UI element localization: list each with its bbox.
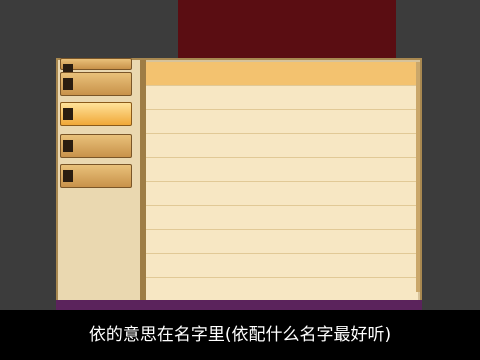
game-menu-panel (56, 58, 422, 310)
tab-tag (63, 78, 73, 90)
sidebar-tab-0[interactable] (60, 58, 132, 76)
list-row[interactable] (146, 206, 418, 230)
bottom-bar (56, 300, 422, 310)
list-row[interactable] (146, 86, 418, 110)
list-row[interactable] (146, 182, 418, 206)
list-row[interactable] (146, 158, 418, 182)
category-sidebar (58, 58, 146, 308)
subtitle-caption: 依的意思在名字里(依配什么名字最好听) (0, 310, 480, 360)
list-scrollbar[interactable] (416, 62, 420, 292)
tab-tag (63, 140, 73, 152)
top-banner (178, 0, 396, 60)
sidebar-tab-1[interactable] (60, 72, 132, 96)
tab-tag (63, 170, 73, 182)
list-row[interactable] (146, 230, 418, 254)
list-row[interactable] (146, 62, 418, 86)
sidebar-tab-3[interactable] (60, 134, 132, 158)
sidebar-tab-2[interactable] (60, 102, 132, 126)
list-row[interactable] (146, 134, 418, 158)
list-row[interactable] (146, 278, 418, 302)
entry-list (146, 62, 418, 308)
list-row[interactable] (146, 254, 418, 278)
sidebar-tab-4[interactable] (60, 164, 132, 188)
list-row[interactable] (146, 110, 418, 134)
tab-tag (63, 108, 73, 120)
